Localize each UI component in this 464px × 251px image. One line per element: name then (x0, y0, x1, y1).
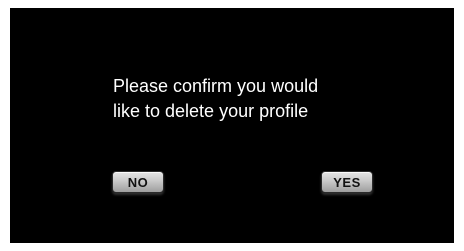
confirm-message: Please confirm you would like to delete … (113, 74, 433, 124)
confirm-message-line-2: like to delete your profile (113, 101, 309, 121)
confirm-delete-screen: Please confirm you would like to delete … (10, 8, 454, 243)
confirm-message-line-1: Please confirm you would (113, 76, 319, 96)
no-button[interactable]: NO (112, 171, 164, 193)
yes-button[interactable]: YES (321, 171, 373, 193)
